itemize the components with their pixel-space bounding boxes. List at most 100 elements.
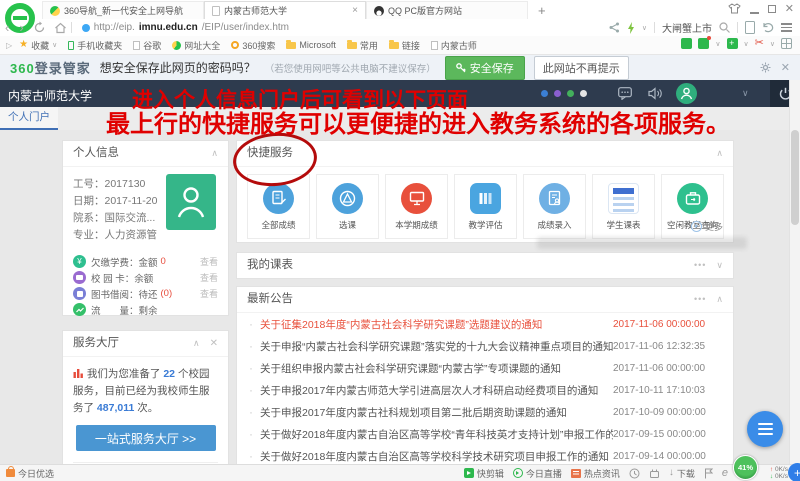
scrollbar-thumb[interactable] — [791, 130, 799, 225]
quick-service-term-grades[interactable]: 本学期成绩 — [385, 174, 448, 239]
campus-card-icon — [73, 271, 86, 284]
quick-service-course-select[interactable]: 选课 — [316, 174, 379, 239]
more-link[interactable]: 更多 — [691, 220, 723, 233]
quick-service-student-timetable[interactable]: 学生课表 — [592, 174, 655, 239]
bookmark-sites[interactable]: 网址大全 — [168, 39, 224, 52]
close-panel-icon[interactable]: ✕ — [210, 331, 218, 356]
history-clock-icon[interactable] — [629, 468, 640, 479]
announcement-row[interactable]: · 关于做好2018年度内蒙古自治区高等学校“青年科技英才支持计划”申报工作的通… — [237, 423, 733, 445]
hot-news-link[interactable]: 热点资讯 — [571, 467, 620, 480]
bookmark-360search[interactable]: 360搜索 — [227, 39, 279, 52]
one-stop-service-hall-button[interactable]: 一站式服务大厅 >> — [76, 425, 216, 451]
ie-icon[interactable]: e — [722, 468, 728, 478]
bookmark-imnu[interactable]: 内蒙古师 — [427, 39, 481, 52]
quick-clip-link[interactable]: 快剪辑 — [464, 467, 504, 480]
floating-menu-button[interactable] — [747, 411, 783, 447]
add-extension-icon[interactable] — [727, 38, 738, 49]
menu-icon[interactable] — [781, 23, 792, 32]
download-link[interactable]: ↓ 下载 — [669, 467, 695, 480]
maximize-icon[interactable] — [768, 5, 776, 13]
close-bar-icon[interactable]: ✕ — [781, 61, 790, 74]
search-icon[interactable] — [719, 22, 730, 33]
speaker-icon[interactable] — [648, 87, 662, 100]
speed-lightning-icon[interactable] — [627, 22, 635, 34]
share-icon[interactable] — [609, 22, 620, 33]
expand-icon[interactable]: ∨ — [716, 253, 723, 278]
plugin-icon[interactable] — [649, 468, 660, 479]
collapse-icon[interactable]: ∧ — [716, 287, 723, 312]
bookmark-favorites[interactable]: ★ 收藏 ∨ — [15, 39, 61, 52]
dot-blue[interactable] — [541, 90, 548, 97]
tab-personal-portal[interactable]: 个人门户 — [0, 107, 58, 130]
dismiss-site-button[interactable]: 此网站不再提示 — [534, 56, 629, 80]
scissors-extension-icon[interactable]: ✂ — [755, 38, 764, 49]
dot-purple[interactable] — [554, 90, 561, 97]
browser-tab-qq[interactable]: QQ PC版官方网站 — [366, 1, 528, 19]
collapse-icon[interactable]: ∧ — [193, 331, 200, 356]
home-icon[interactable] — [54, 22, 67, 34]
chevron-down-icon[interactable]: ∨ — [770, 40, 775, 48]
chevron-down-icon[interactable]: ∨ — [744, 40, 749, 48]
window-controls: ✕ — [728, 3, 794, 14]
flag-icon[interactable] — [704, 468, 713, 479]
shield-extension-icon[interactable] — [698, 38, 709, 49]
save-password-button[interactable]: 安全保存 — [445, 56, 525, 80]
bookmark-mobile[interactable]: 手机收藏夹 — [64, 39, 126, 52]
phone-sync-icon[interactable] — [745, 21, 755, 34]
back-icon[interactable]: ‹ — [0, 21, 14, 35]
user-avatar[interactable] — [676, 83, 697, 104]
today-picks-link[interactable]: 今日优选 — [6, 467, 54, 480]
apps-grid-icon[interactable] — [781, 38, 792, 49]
announcement-row[interactable]: · 关于组织申报内蒙古社会科学研究课题“内蒙古学”专项课题的通知 2017-11… — [237, 357, 733, 379]
dictionary-extension-icon[interactable] — [681, 38, 692, 49]
minimize-icon[interactable] — [750, 4, 759, 14]
view-link[interactable]: 查看 — [200, 287, 218, 300]
bookmark-folder-common[interactable]: 常用 — [343, 39, 382, 52]
announcement-row[interactable]: · 关于申报2017年度内蒙古社科规划项目第二批后期资助课题的通知 2017-1… — [237, 401, 733, 423]
close-window-icon[interactable]: ✕ — [785, 4, 794, 14]
url-box[interactable]: http://eip.imnu.edu.cn/EIP/user/index.ht… — [82, 22, 289, 33]
view-link[interactable]: 查看 — [200, 255, 218, 268]
add-widget-button[interactable]: + — [788, 463, 800, 481]
bullet-icon: · — [249, 361, 253, 375]
skin-icon[interactable] — [728, 3, 741, 14]
dot-green[interactable] — [567, 90, 574, 97]
message-icon[interactable] — [618, 87, 632, 100]
live-link[interactable]: 今日直播 — [513, 467, 562, 480]
collapse-icon[interactable]: ∧ — [716, 141, 723, 166]
gear-icon[interactable] — [760, 62, 771, 73]
browser-tab-360nav[interactable]: 360导航_新一代安全上网导航 — [42, 1, 204, 19]
chevron-down-icon[interactable]: ∨ — [715, 40, 720, 48]
undo-icon[interactable] — [762, 22, 774, 33]
panel-menu-icon[interactable]: ••• — [694, 253, 706, 278]
key-icon — [456, 63, 466, 73]
collapse-bookmarks-icon[interactable]: ▷ — [6, 41, 12, 50]
account-dropdown-icon[interactable]: ∨ — [742, 88, 749, 99]
announcement-row[interactable]: · 关于申报2017年内蒙古师范大学引进高层次人才科研启动经费项目的通知 201… — [237, 379, 733, 401]
health-gauge[interactable]: 41% — [733, 455, 758, 480]
announcement-row[interactable]: · 关于征集2018年度“内蒙古社会科学研究课题”选题建议的通知 2017-11… — [237, 313, 733, 335]
quick-service-teaching-eval[interactable]: 教学评估 — [454, 174, 517, 239]
tab-close-icon[interactable]: × — [352, 6, 358, 16]
dot-gray[interactable] — [580, 90, 587, 97]
page-scrollbar[interactable] — [789, 80, 800, 465]
search-hint[interactable]: 大闸蟹上市 — [662, 20, 712, 35]
profile-avatar[interactable] — [166, 174, 216, 230]
new-tab-button[interactable]: + — [528, 1, 556, 19]
bookmark-folder-links[interactable]: 链接 — [385, 39, 424, 52]
forward-icon[interactable]: › — [14, 21, 28, 35]
quick-service-grade-entry[interactable]: 成绩录入 — [523, 174, 586, 239]
panel-menu-icon[interactable]: ••• — [694, 287, 706, 312]
announcement-row[interactable]: · 关于申报“内蒙古社会科学研究课题”落实党的十九大会议精神重点项目的通知 20… — [237, 335, 733, 357]
carousel-dots[interactable] — [541, 90, 587, 97]
stat-data-plan: 流 量：剩余 — [63, 302, 228, 317]
bookmark-folder-microsoft[interactable]: Microsoft — [282, 40, 340, 50]
lightning-dropdown-icon[interactable]: ∨ — [642, 24, 647, 32]
view-link[interactable]: 查看 — [200, 271, 218, 284]
bullet-icon: · — [249, 339, 253, 353]
refresh-icon[interactable] — [33, 21, 46, 34]
quick-service-all-grades[interactable]: 全部成绩 — [247, 174, 310, 239]
collapse-icon[interactable]: ∧ — [211, 141, 218, 166]
bookmark-google[interactable]: 谷歌 — [129, 39, 165, 52]
browser-tab-imnu[interactable]: 内蒙古师范大学 × — [204, 1, 366, 19]
